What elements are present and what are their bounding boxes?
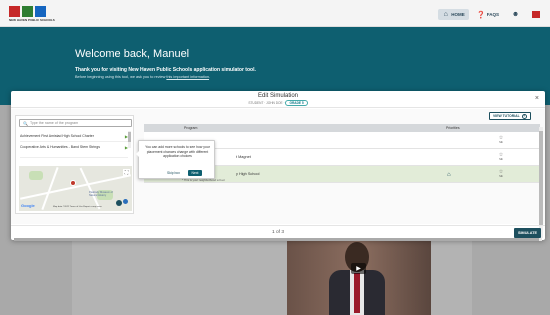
priority-cell: ☆ Sib (494, 152, 508, 161)
priority-label: Sib (499, 141, 503, 144)
close-icon[interactable]: × (535, 95, 539, 102)
list-item[interactable]: Cooperative Arts & Humanities - Band Ste… (20, 145, 128, 158)
welcome-note-text: Before beginning using this tool, we ask… (75, 75, 167, 79)
user-icon: ☻ (511, 11, 520, 18)
nav-home-label: HOME (451, 12, 465, 17)
list-scroll-thumb[interactable] (128, 132, 131, 142)
logo-block-green (22, 6, 33, 17)
priority-label: Sib (499, 175, 503, 178)
map-road (41, 167, 59, 210)
welcome-note-suffix: . (209, 75, 211, 79)
home-icon: ⌂ (443, 11, 448, 18)
welcome-title: Welcome back, Manuel (75, 48, 190, 60)
map-attribution[interactable]: Map data ©2022 Terms of Use Report a map… (53, 206, 102, 208)
location-pin-icon[interactable] (123, 199, 128, 204)
map-road (79, 167, 101, 210)
nhps-logo[interactable]: NEW HAVEN PUBLIC SCHOOLS (9, 6, 59, 23)
program-list-name: Achievement First Amistad High School Ch… (20, 134, 94, 138)
tooltip-arrow (136, 151, 139, 157)
priority-cell: ☆ Sib (494, 135, 508, 144)
flag-icon (532, 11, 540, 18)
modal-header: Edit Simulation STUDENT · JOHN DOE · GRA… (11, 91, 545, 108)
simulate-button[interactable]: SIMULATE (514, 228, 541, 238)
zoom-control-icon[interactable] (116, 200, 122, 206)
view-tutorial-button[interactable]: VIEW TUTORIAL ? (489, 112, 531, 120)
page-indicator: 1 of 3 (271, 230, 284, 235)
school-map[interactable]: Peabody Museum of Natural History ⛶ Goog… (19, 166, 132, 211)
map-place-label: Peabody Museum of Natural History (89, 191, 113, 197)
program-name: t Magnet (236, 155, 251, 159)
column-priorities: Priorities (446, 126, 460, 130)
modal-student-meta: STUDENT · JOHN DOE · GRADE 5 (11, 100, 545, 106)
nav-faqs-label: FAQS (486, 12, 499, 17)
grade-badge[interactable]: GRADE 5 (285, 100, 308, 106)
welcome-note: Before beginning using this tool, we ask… (75, 75, 210, 79)
home-icon: ⌂ (447, 172, 451, 178)
info-icon: ? (521, 113, 527, 119)
search-placeholder: Type the name of the program (29, 121, 79, 125)
logo-block-red (9, 6, 20, 17)
nav-faqs[interactable]: ❓ FAQS (474, 9, 503, 20)
program-name: y High School (236, 172, 260, 176)
program-list-name: Cooperative Arts & Humanities - Band Ste… (20, 145, 100, 149)
student-info: STUDENT · JOHN DOE · (248, 101, 285, 105)
school-pin-icon[interactable] (70, 180, 76, 186)
skip-button[interactable]: Skip box (167, 171, 180, 175)
vertical-scroll-thumb[interactable] (539, 131, 543, 226)
priority-label: Sib (499, 158, 503, 161)
google-logo: Google (21, 203, 35, 208)
top-nav: NEW HAVEN PUBLIC SCHOOLS ⌂ HOME ❓ FAQS ☻ (0, 0, 550, 27)
nav-user[interactable]: ☻ (508, 9, 523, 20)
tooltip-text: You can add more schools to see how your… (145, 145, 210, 158)
modal-footer: 1 of 3 SIMULATE (11, 225, 545, 240)
map-park (29, 171, 43, 180)
fullscreen-icon[interactable]: ⛶ (123, 169, 130, 176)
logo-text: NEW HAVEN PUBLIC SCHOOLS (9, 18, 55, 22)
program-search-input[interactable]: 🔍 Type the name of the program (19, 119, 132, 127)
tutorial-tooltip: You can add more schools to see how your… (136, 140, 215, 179)
video-player[interactable]: ▶ (287, 240, 431, 315)
program-search-panel: 🔍 Type the name of the program Achieveme… (15, 115, 134, 214)
view-tutorial-label: VIEW TUTORIAL (493, 114, 520, 118)
table-header: Program Priorities (144, 124, 540, 132)
priority-cell: ☆ Sib (494, 169, 508, 178)
modal-title: Edit Simulation (257, 93, 299, 99)
search-icon: 🔍 (23, 120, 28, 126)
list-item[interactable]: Achievement First Amistad High School Ch… (20, 134, 128, 142)
help-icon: ❓ (476, 11, 486, 19)
nav-menu: ⌂ HOME ❓ FAQS ☻ (438, 9, 544, 20)
logo-block-blue (35, 6, 46, 17)
play-icon[interactable]: ▶ (351, 263, 366, 274)
next-button[interactable]: Next (188, 170, 202, 176)
nav-language[interactable] (528, 9, 544, 20)
column-program: Program (184, 126, 198, 130)
welcome-subtitle: Thank you for visiting New Haven Public … (75, 67, 256, 73)
video-person-tie (354, 273, 360, 313)
nav-home[interactable]: ⌂ HOME (438, 9, 469, 20)
important-info-link[interactable]: this important information (166, 75, 209, 79)
